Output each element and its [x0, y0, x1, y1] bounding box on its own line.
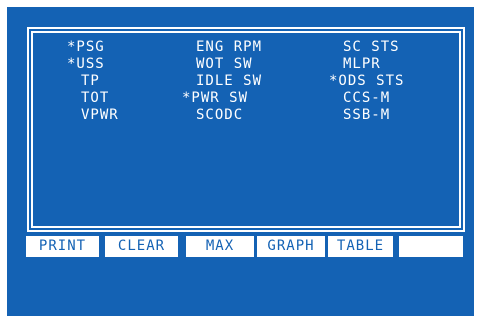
param-scodc[interactable]: SCODC [196, 107, 243, 124]
param-sc-sts[interactable]: SC STS [343, 39, 400, 56]
print-button[interactable]: PRINT [26, 236, 99, 257]
param-psg[interactable]: *PSG [67, 39, 105, 56]
param-ssb-m[interactable]: SSB-M [343, 107, 390, 124]
clear-button[interactable]: CLEAR [105, 236, 178, 257]
param-uss[interactable]: *USS [67, 56, 105, 73]
param-tp[interactable]: TP [81, 73, 100, 90]
param-idle-sw[interactable]: IDLE SW [196, 73, 262, 90]
param-vpwr[interactable]: VPWR [81, 107, 119, 124]
param-mlpr[interactable]: MLPR [343, 56, 381, 73]
blank-softkey[interactable] [399, 236, 463, 257]
param-wot-sw[interactable]: WOT SW [196, 56, 253, 73]
scan-tool-screen: *PSG *USS TP TOT VPWR ENG RPM WOT SW IDL… [7, 7, 474, 316]
softkey-bar: PRINT CLEAR MAX GRAPH TABLE [26, 236, 471, 257]
graph-button[interactable]: GRAPH [257, 236, 325, 257]
max-button[interactable]: MAX [186, 236, 254, 257]
param-tot[interactable]: TOT [81, 90, 109, 107]
table-button[interactable]: TABLE [328, 236, 393, 257]
param-pwr-sw[interactable]: *PWR SW [182, 90, 248, 107]
param-ccs-m[interactable]: CCS-M [343, 90, 390, 107]
param-eng-rpm[interactable]: ENG RPM [196, 39, 262, 56]
param-ods-sts[interactable]: *ODS STS [329, 73, 404, 90]
